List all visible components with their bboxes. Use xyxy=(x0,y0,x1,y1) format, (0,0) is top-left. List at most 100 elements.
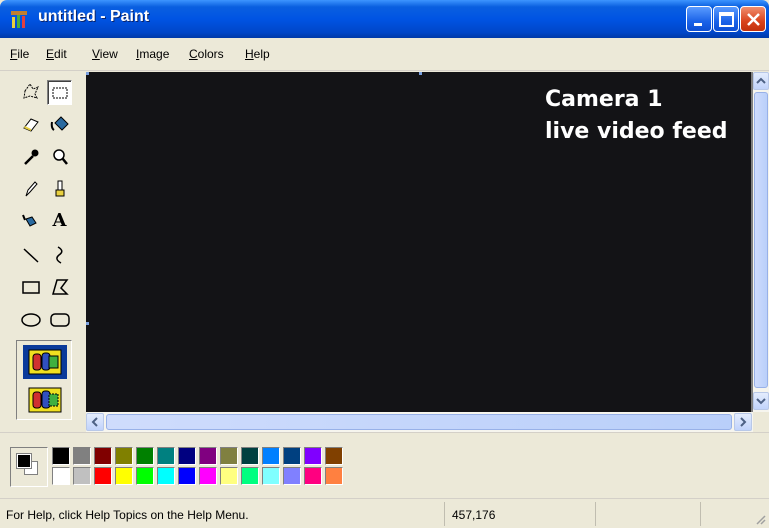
scroll-up-button[interactable] xyxy=(753,72,769,90)
palette-swatch[interactable] xyxy=(262,447,280,465)
opaque-background-option[interactable] xyxy=(23,345,67,379)
tool-line[interactable] xyxy=(18,242,43,267)
resize-handle-top-left xyxy=(86,72,89,75)
palette-swatch[interactable] xyxy=(262,467,280,485)
magnifier-icon xyxy=(52,148,68,165)
ellipse-icon xyxy=(20,312,41,327)
scrollbar-corner xyxy=(753,412,769,432)
horizontal-scroll-thumb[interactable] xyxy=(106,414,732,430)
transparent-background-option[interactable] xyxy=(23,383,67,417)
palette-swatch[interactable] xyxy=(325,467,343,485)
tool-eraser[interactable] xyxy=(18,111,43,136)
curve-icon xyxy=(55,245,62,264)
tool-pick-color[interactable] xyxy=(18,144,43,169)
color-palette xyxy=(0,432,769,498)
color-indicator[interactable] xyxy=(10,447,48,487)
horizontal-scrollbar[interactable] xyxy=(86,412,753,432)
scroll-left-button[interactable] xyxy=(86,413,104,431)
palette-swatch[interactable] xyxy=(115,467,133,485)
drawing-canvas[interactable]: Camera 1 live video feed xyxy=(86,72,751,412)
tool-ellipse[interactable] xyxy=(18,307,43,332)
palette-swatch[interactable] xyxy=(178,447,196,465)
scroll-right-button[interactable] xyxy=(734,413,752,431)
tool-rounded-rectangle[interactable] xyxy=(47,307,72,332)
status-divider xyxy=(700,502,701,526)
tool-brush[interactable] xyxy=(47,176,72,201)
tool-options-box xyxy=(16,340,72,420)
canvas-area: Camera 1 live video feed xyxy=(86,72,753,412)
palette-swatch[interactable] xyxy=(94,467,112,485)
palette-swatch[interactable] xyxy=(325,447,343,465)
menu-colors[interactable]: Colors xyxy=(189,47,224,61)
pencil-icon xyxy=(25,180,38,196)
resize-grip-icon[interactable] xyxy=(754,513,766,525)
vertical-scrollbar[interactable] xyxy=(753,72,769,412)
palette-swatch[interactable] xyxy=(52,447,70,465)
opaque-background-icon xyxy=(28,349,62,375)
minimize-button[interactable] xyxy=(686,6,712,32)
menu-view[interactable]: View xyxy=(92,47,118,61)
maximize-button[interactable] xyxy=(713,6,739,32)
palette-swatch[interactable] xyxy=(136,467,154,485)
canvas-caption-line-1: Camera 1 xyxy=(545,87,663,112)
line-icon xyxy=(22,247,39,263)
palette-swatch[interactable] xyxy=(94,447,112,465)
chevron-left-icon xyxy=(91,417,98,427)
close-button[interactable] xyxy=(740,6,766,32)
palette-swatch[interactable] xyxy=(220,467,238,485)
status-help-text: For Help, click Help Topics on the Help … xyxy=(6,508,249,522)
paint-app-icon xyxy=(11,11,27,28)
menu-image[interactable]: Image xyxy=(136,47,169,61)
tool-free-form-select[interactable] xyxy=(18,78,43,103)
tool-curve[interactable] xyxy=(47,242,72,267)
palette-swatch[interactable] xyxy=(52,467,70,485)
palette-swatch[interactable] xyxy=(199,467,217,485)
cursor-coordinates: 457,176 xyxy=(452,508,496,522)
resize-handle-left[interactable] xyxy=(86,322,89,325)
palette-swatch[interactable] xyxy=(304,467,322,485)
palette-swatch[interactable] xyxy=(220,447,238,465)
palette-swatch[interactable] xyxy=(241,447,259,465)
menu-file[interactable]: File xyxy=(10,47,29,61)
menu-edit[interactable]: Edit xyxy=(46,47,67,61)
palette-swatch[interactable] xyxy=(199,447,217,465)
tool-pencil[interactable] xyxy=(18,176,43,201)
tool-airbrush[interactable] xyxy=(18,208,43,233)
tool-box: A xyxy=(10,74,76,426)
eraser-icon xyxy=(22,117,39,132)
select-icon xyxy=(52,87,67,98)
status-divider xyxy=(444,502,445,526)
vertical-scroll-thumb[interactable] xyxy=(754,92,768,388)
palette-swatch[interactable] xyxy=(73,447,91,465)
palette-swatch[interactable] xyxy=(115,447,133,465)
polygon-icon xyxy=(51,278,69,295)
window-title: untitled - Paint xyxy=(38,8,150,25)
tool-magnifier[interactable] xyxy=(47,144,72,169)
palette-swatch[interactable] xyxy=(283,467,301,485)
chevron-right-icon xyxy=(740,417,747,427)
palette-swatch[interactable] xyxy=(157,447,175,465)
resize-handle-top[interactable] xyxy=(419,72,422,75)
palette-swatch[interactable] xyxy=(157,467,175,485)
foreground-color xyxy=(16,453,32,469)
rectangle-icon xyxy=(21,280,40,294)
menu-help[interactable]: Help xyxy=(245,47,270,61)
palette-swatch[interactable] xyxy=(136,447,154,465)
tool-rectangle[interactable] xyxy=(18,274,43,299)
fill-with-color-icon xyxy=(50,115,69,131)
palette-swatch[interactable] xyxy=(283,447,301,465)
close-icon xyxy=(747,13,760,26)
paint-window: untitled - Paint File Edit View Image Co… xyxy=(0,0,769,528)
status-bar: For Help, click Help Topics on the Help … xyxy=(0,498,769,528)
palette-swatch[interactable] xyxy=(241,467,259,485)
scroll-down-button[interactable] xyxy=(753,392,769,410)
tool-fill-with-color[interactable] xyxy=(47,111,72,136)
tool-polygon[interactable] xyxy=(47,274,72,299)
tool-text[interactable]: A xyxy=(47,208,72,233)
brush-icon xyxy=(55,180,64,196)
palette-swatch[interactable] xyxy=(304,447,322,465)
tool-select[interactable] xyxy=(47,80,72,105)
title-bar[interactable]: untitled - Paint xyxy=(0,0,769,38)
palette-swatch[interactable] xyxy=(73,467,91,485)
palette-swatch[interactable] xyxy=(178,467,196,485)
